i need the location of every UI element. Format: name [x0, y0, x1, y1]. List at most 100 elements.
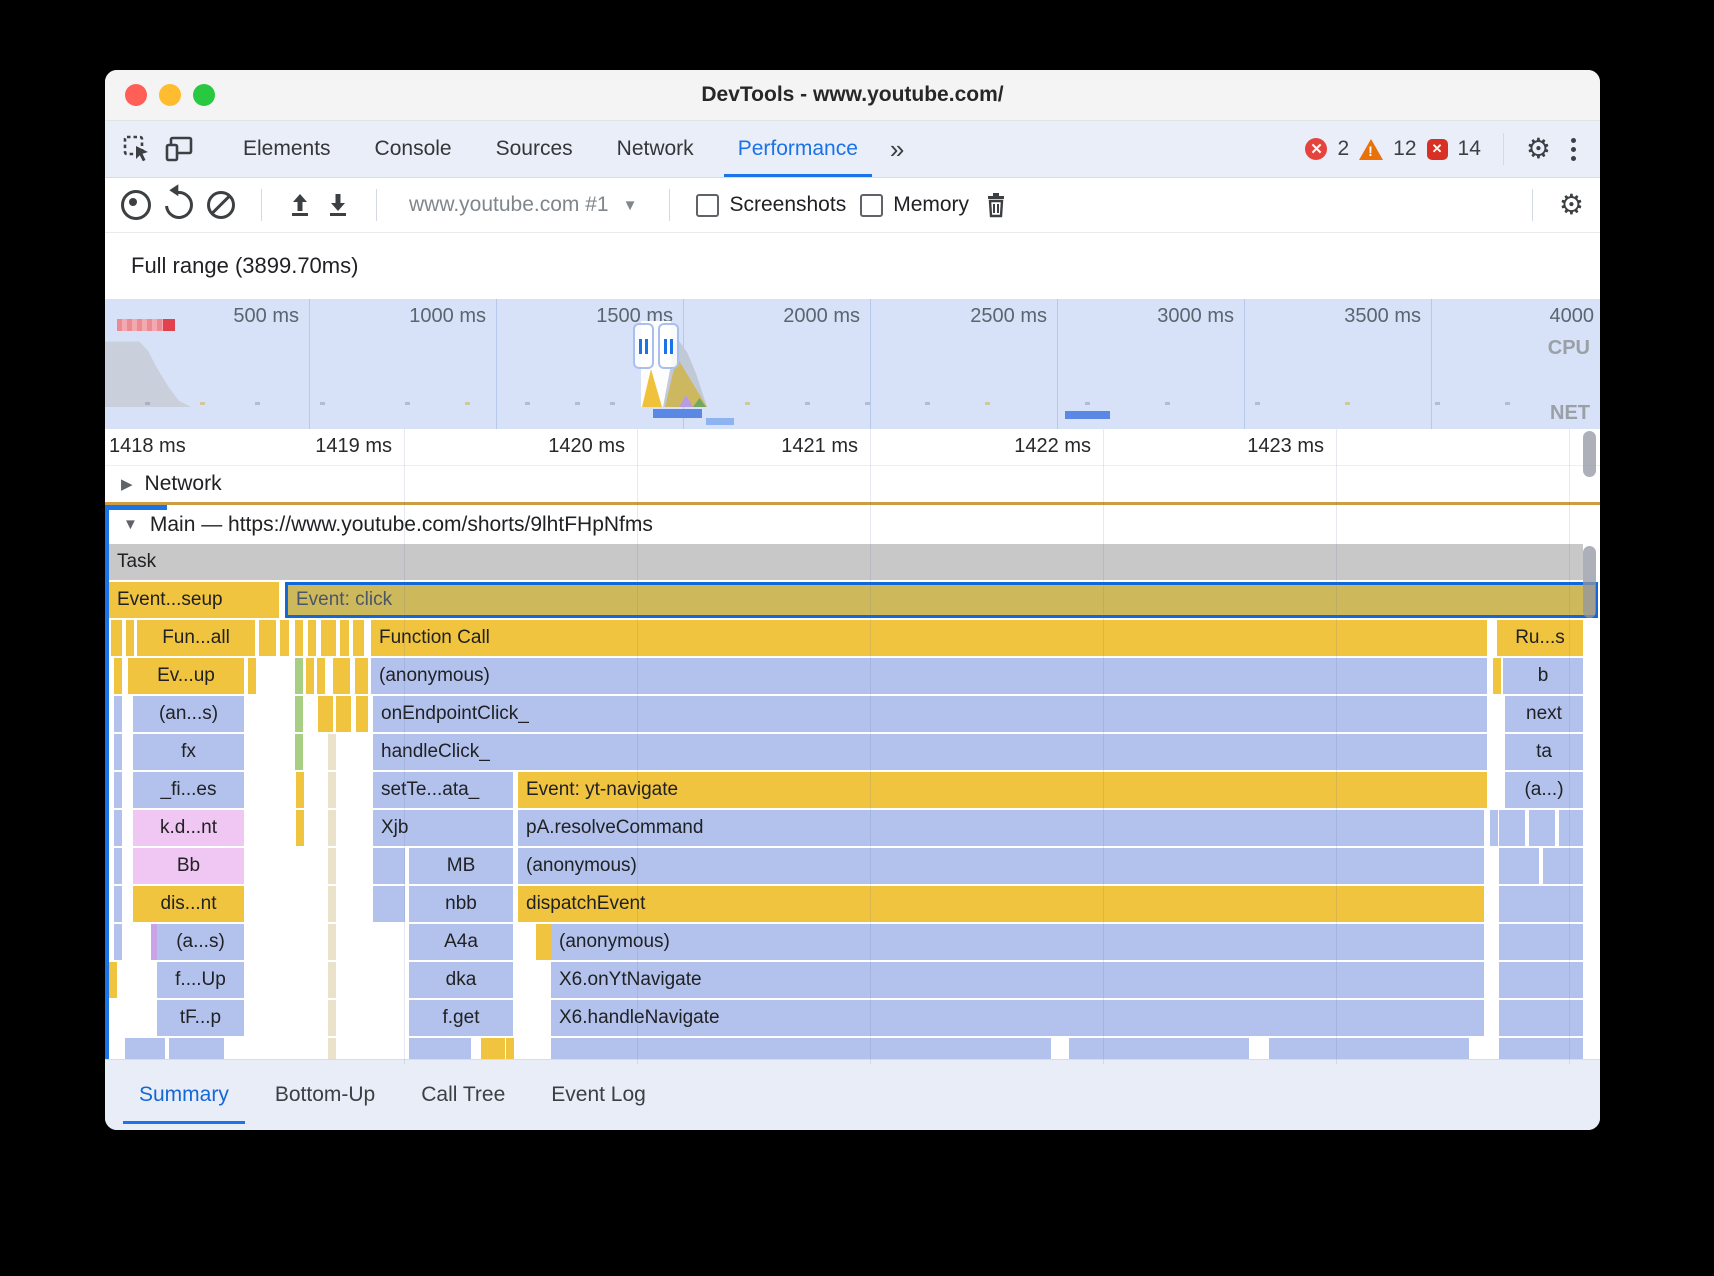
load-profile-icon[interactable] [288, 192, 312, 218]
flame-bar[interactable] [114, 658, 122, 694]
flame-bar-pa-resolvecommand[interactable]: pA.resolveCommand [518, 810, 1484, 846]
flame-bar-ev-up[interactable]: Ev...up [128, 658, 244, 694]
flame-bar[interactable] [126, 620, 134, 656]
flame-bar-ru-s[interactable]: Ru...s [1497, 620, 1583, 656]
vertical-scrollbar-thumb[interactable] [1583, 431, 1596, 477]
flame-bar[interactable] [328, 924, 336, 960]
flame-bar[interactable] [296, 810, 304, 846]
flame-bar[interactable] [308, 620, 316, 656]
profile-select[interactable]: www.youtube.com #1 ▼ [403, 193, 643, 217]
flame-bar[interactable] [353, 620, 364, 656]
inspect-element-icon[interactable] [119, 131, 155, 167]
clear-button[interactable] [207, 191, 235, 219]
details-tab-event-log[interactable]: Event Log [535, 1060, 662, 1130]
flame-bar[interactable] [248, 658, 256, 694]
vertical-scrollbar-thumb[interactable] [1583, 546, 1596, 618]
flame-bar-handleclick-[interactable]: handleClick_ [373, 734, 1487, 770]
expanded-triangle-icon[interactable]: ▼ [123, 516, 138, 533]
flame-bar[interactable] [1499, 886, 1583, 922]
flame-bar[interactable] [356, 696, 368, 732]
checkbox-box[interactable] [696, 194, 719, 217]
close-window-button[interactable] [125, 84, 147, 106]
flame-bar-dka[interactable]: dka [409, 962, 513, 998]
flame-bar-dispatchevent[interactable]: dispatchEvent [518, 886, 1484, 922]
flame-bar[interactable] [259, 620, 276, 656]
tab-network[interactable]: Network [595, 121, 716, 177]
checkbox-box[interactable] [860, 194, 883, 217]
flame-bar[interactable] [114, 848, 122, 884]
flame-bar[interactable] [1490, 810, 1498, 846]
collapsed-triangle-icon[interactable]: ▶ [121, 475, 133, 493]
tab-performance[interactable]: Performance [716, 121, 880, 177]
flame-bar-mb[interactable]: MB [409, 848, 513, 884]
flame-bar--fi-es[interactable]: _fi...es [133, 772, 244, 808]
record-button[interactable] [121, 190, 151, 220]
flame-bar[interactable] [1543, 848, 1583, 884]
flame-bar-next[interactable]: next [1505, 696, 1583, 732]
flame-bar[interactable] [373, 886, 405, 922]
flame-bar[interactable] [1499, 962, 1583, 998]
flame-bar[interactable] [328, 886, 336, 922]
flame-bar-fun-all[interactable]: Fun...all [137, 620, 255, 656]
flame-bar-ta[interactable]: ta [1505, 734, 1583, 770]
zoom-window-button[interactable] [193, 84, 215, 106]
flame-bar[interactable] [1499, 810, 1525, 846]
flame-bar[interactable] [280, 620, 289, 656]
memory-checkbox[interactable]: Memory [860, 193, 969, 217]
capture-settings-gear-icon[interactable]: ⚙ [1559, 191, 1584, 219]
flame-bar-k-d-nt[interactable]: k.d...nt [133, 810, 244, 846]
record-and-reload-button[interactable] [159, 185, 198, 224]
settings-gear-icon[interactable]: ⚙ [1526, 135, 1551, 163]
flame-bar-f-get[interactable]: f.get [409, 1000, 513, 1036]
flame-bar[interactable] [328, 1000, 336, 1036]
flame-bar[interactable] [1499, 924, 1583, 960]
details-tab-summary[interactable]: Summary [123, 1060, 245, 1130]
flame-bar-b[interactable]: b [1503, 658, 1583, 694]
flame-bar[interactable] [114, 734, 122, 770]
flame-bar[interactable] [321, 620, 336, 656]
screenshots-checkbox[interactable]: Screenshots [696, 193, 846, 217]
flame-bar--anonymous-[interactable]: (anonymous) [518, 848, 1484, 884]
flame-bar-bb[interactable]: Bb [133, 848, 244, 884]
details-tab-bottom-up[interactable]: Bottom-Up [259, 1060, 391, 1130]
flame-bar[interactable] [1499, 848, 1539, 884]
flame-bar[interactable] [543, 924, 551, 960]
flame-bar--a-[interactable]: (a...) [1505, 772, 1583, 808]
flame-bar[interactable] [317, 658, 325, 694]
flame-bar-f-up[interactable]: f....Up [157, 962, 244, 998]
flame-bar-nbb[interactable]: nbb [409, 886, 513, 922]
flame-bar[interactable] [306, 658, 314, 694]
flame-bar[interactable] [1499, 1000, 1583, 1036]
minimize-window-button[interactable] [159, 84, 181, 106]
kebab-menu-icon[interactable] [1571, 138, 1576, 161]
range-handle-left[interactable] [633, 323, 654, 369]
flame-bar[interactable] [114, 696, 122, 732]
collect-garbage-icon[interactable] [983, 191, 1009, 219]
main-track-header[interactable]: ▼ Main — https://www.youtube.com/shorts/… [105, 505, 1600, 544]
flame-bar-tf-p[interactable]: tF...p [157, 1000, 244, 1036]
flame-bar-function-call[interactable]: Function Call [371, 620, 1487, 656]
tab-console[interactable]: Console [353, 121, 474, 177]
flame-bar--anonymous-[interactable]: (anonymous) [371, 658, 1487, 694]
flame-bar[interactable] [1529, 810, 1555, 846]
issues-icon[interactable]: ✕ [1427, 139, 1448, 160]
flame-bar-fx[interactable]: fx [133, 734, 244, 770]
tab-elements[interactable]: Elements [221, 121, 353, 177]
range-handle-right[interactable] [658, 323, 679, 369]
flame-bar[interactable] [328, 962, 336, 998]
network-track-header[interactable]: ▶ Network [105, 466, 1600, 502]
flame-bar[interactable] [111, 620, 122, 656]
flame-bar[interactable] [328, 772, 336, 808]
flame-bar[interactable] [325, 696, 333, 732]
flame-bar[interactable] [355, 658, 368, 694]
warnings-icon[interactable]: ! [1359, 139, 1383, 160]
flame-bar-onendpointclick-[interactable]: onEndpointClick_ [373, 696, 1487, 732]
flame-bar-x6-onytnavigate[interactable]: X6.onYtNavigate [551, 962, 1484, 998]
flame-bar[interactable] [328, 734, 336, 770]
flame-bar-xjb[interactable]: Xjb [373, 810, 513, 846]
flame-bar[interactable] [114, 810, 122, 846]
flame-bar[interactable] [114, 924, 122, 960]
flame-bar-task[interactable]: Task [109, 544, 1583, 580]
flame-bar[interactable] [373, 848, 405, 884]
flame-bar[interactable] [328, 810, 336, 846]
